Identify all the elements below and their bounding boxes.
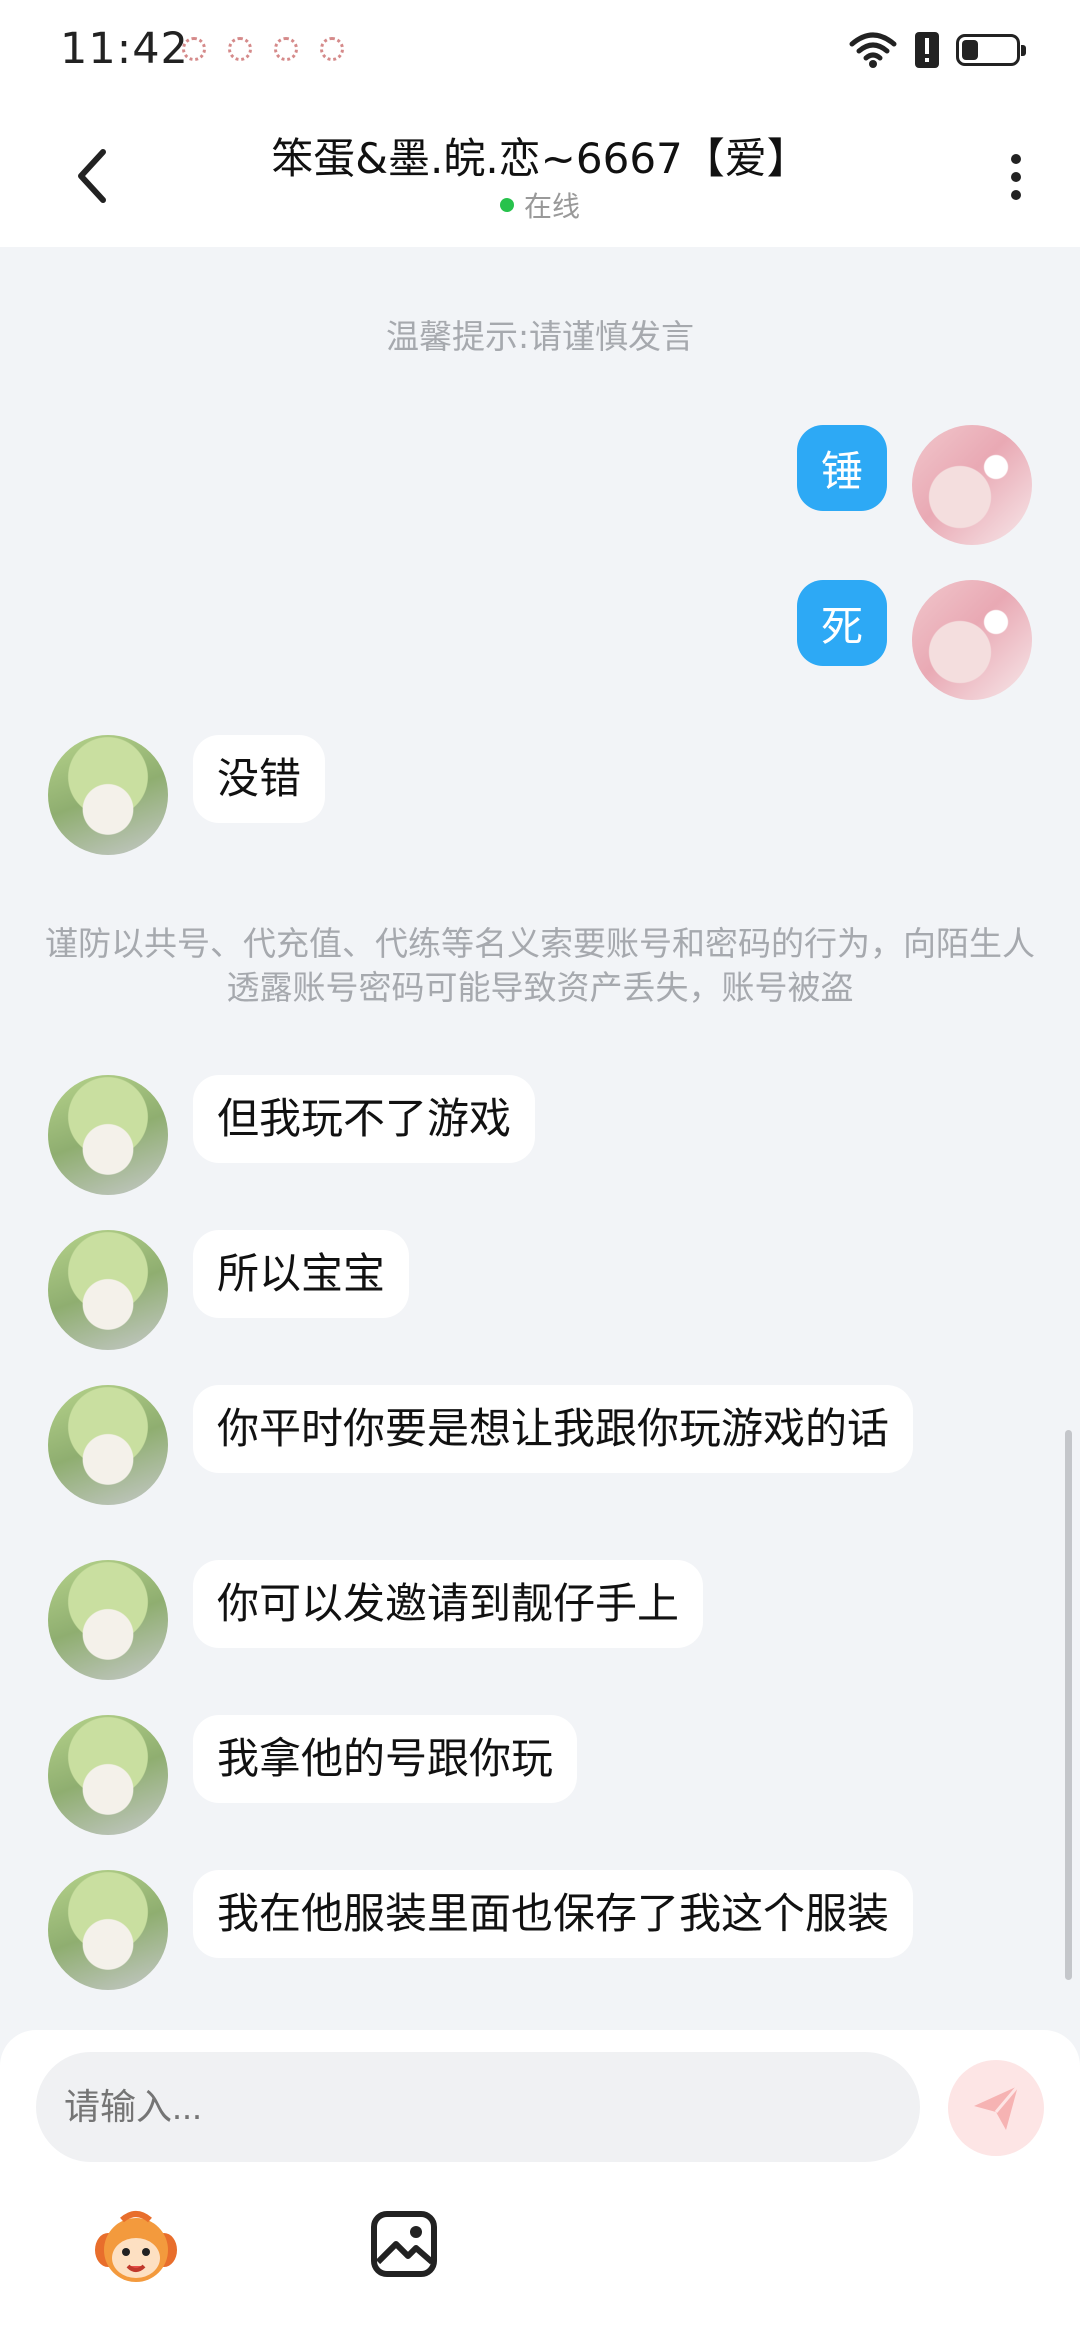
- contact-avatar[interactable]: [48, 1870, 168, 1990]
- message-row-other: 你平时你要是想让我跟你玩游戏的话: [48, 1385, 913, 1505]
- message-bubble[interactable]: 所以宝宝: [193, 1230, 410, 1318]
- sticker-button[interactable]: [92, 2208, 180, 2288]
- more-button[interactable]: [996, 145, 1036, 209]
- notification-dot-icon: [228, 37, 252, 61]
- wifi-icon: [849, 32, 897, 68]
- my-avatar[interactable]: [912, 425, 1032, 545]
- status-time: 11:42: [60, 24, 189, 74]
- chat-title: 笨蛋&墨.皖.恋~6667【爱】: [271, 134, 809, 183]
- message-bubble[interactable]: 我在他服装里面也保存了我这个服装: [193, 1870, 913, 1958]
- contact-avatar[interactable]: [48, 1230, 168, 1350]
- status-indicators: [848, 30, 1026, 70]
- notification-dot-icon: [182, 37, 206, 61]
- message-row-other: 我拿他的号跟你玩: [48, 1715, 578, 1835]
- message-row-other: 但我玩不了游戏: [48, 1075, 536, 1195]
- image-icon: [371, 2211, 437, 2277]
- security-warning: 谨防以共号、代充值、代练等名义索要账号和密码的行为，向陌生人透露账号密码可能导致…: [45, 924, 1035, 1007]
- message-bubble[interactable]: 你可以发邀请到靓仔手上: [193, 1560, 704, 1648]
- sticker-icon: [95, 2211, 177, 2282]
- chat-header: 笨蛋&墨.皖.恋~6667【爱】 在线: [0, 105, 1080, 247]
- contact-avatar[interactable]: [48, 1715, 168, 1835]
- online-status-label: 在线: [523, 190, 580, 223]
- message-bubble[interactable]: 锤: [796, 425, 887, 511]
- status-bar: 11:42: [0, 0, 1080, 105]
- message-bubble[interactable]: 我拿他的号跟你玩: [193, 1715, 578, 1803]
- message-row-me: 锤: [796, 425, 1032, 545]
- message-row-other: 你可以发邀请到靓仔手上: [48, 1560, 704, 1680]
- image-button[interactable]: [370, 2210, 438, 2278]
- notification-icons: [182, 37, 344, 61]
- online-status: 在线: [0, 185, 1080, 225]
- notification-dot-icon: [320, 37, 344, 61]
- contact-avatar[interactable]: [48, 735, 168, 855]
- message-row-other: 没错: [48, 735, 326, 855]
- message-bubble[interactable]: 死: [796, 580, 887, 666]
- my-avatar[interactable]: [912, 580, 1032, 700]
- alert-icon: [915, 32, 939, 68]
- scrollbar[interactable]: [1065, 1430, 1072, 1980]
- message-row-me: 死: [796, 580, 1032, 700]
- contact-avatar[interactable]: [48, 1075, 168, 1195]
- message-bubble[interactable]: 但我玩不了游戏: [193, 1075, 536, 1163]
- battery-icon: [956, 34, 1026, 66]
- more-vertical-icon: [1011, 154, 1021, 164]
- input-bar: [0, 2030, 1080, 2340]
- notification-dot-icon: [274, 37, 298, 61]
- contact-avatar[interactable]: [48, 1560, 168, 1680]
- send-button[interactable]: [948, 2060, 1044, 2156]
- message-row-other: 所以宝宝: [48, 1230, 410, 1350]
- message-bubble[interactable]: 没错: [193, 735, 326, 823]
- contact-avatar[interactable]: [48, 1385, 168, 1505]
- message-bubble[interactable]: 你平时你要是想让我跟你玩游戏的话: [193, 1385, 913, 1473]
- send-icon: [974, 2085, 1020, 2130]
- message-input[interactable]: [36, 2052, 920, 2162]
- message-row-other: 我在他服装里面也保存了我这个服装: [48, 1870, 913, 1990]
- online-dot-icon: [499, 198, 514, 212]
- tip-notice: 温馨提示:请谨慎发言: [385, 317, 695, 356]
